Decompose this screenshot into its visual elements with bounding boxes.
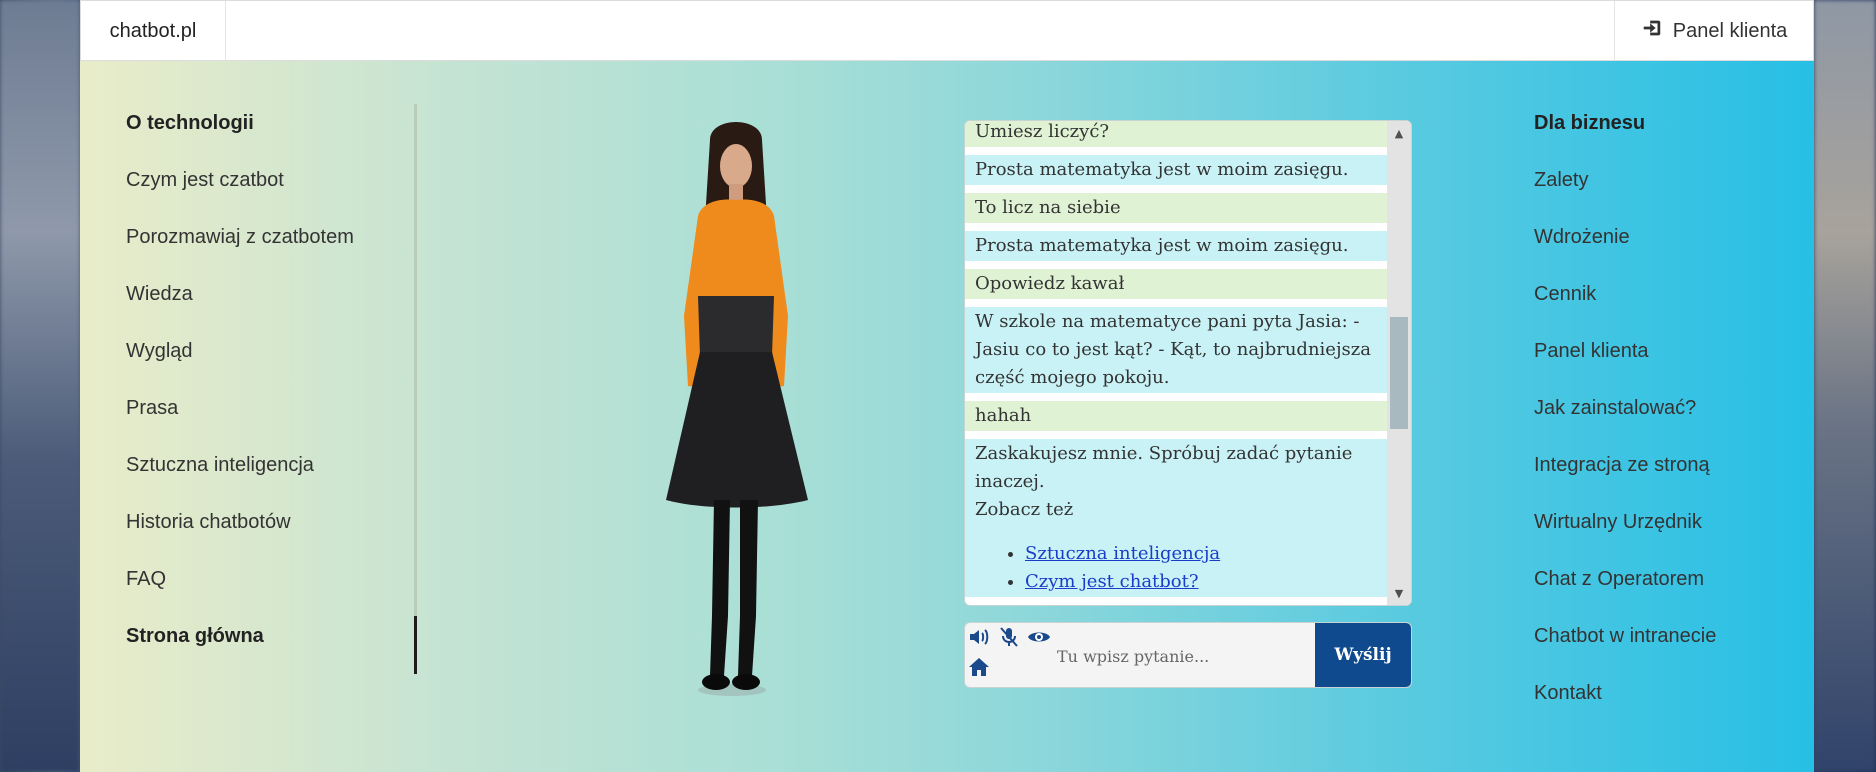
left-menu-rule — [414, 104, 417, 616]
left-menu: O technologii Czym jest czatbot Porozmawia… — [126, 112, 406, 682]
bot-message: Prosta matematyka jest w moim zasięgu. — [965, 231, 1389, 261]
left-menu-item-faq[interactable]: FAQ — [126, 568, 406, 625]
mic-off-icon[interactable] — [997, 625, 1021, 649]
left-menu-item-historia-chatbotow[interactable]: Historia chatbotów — [126, 511, 406, 568]
top-navbar: chatbot.pl Panel klienta — [80, 0, 1814, 61]
right-menu-item-cennik[interactable]: Cennik — [1534, 283, 1794, 340]
speaker-icon[interactable] — [967, 625, 991, 649]
see-also-link-sztuczna-inteligencja[interactable]: Sztuczna inteligencja — [1025, 543, 1220, 564]
right-menu: Dla biznesu Zalety Wdrożenie Cennik Panel kl… — [1534, 112, 1794, 739]
background-right-edge — [1814, 0, 1876, 772]
virtual-assistant-avatar — [640, 116, 840, 698]
chat-window: Umiesz liczyć? Prosta matematyka jest w m… — [964, 120, 1412, 606]
send-button[interactable]: Wyślij — [1315, 623, 1411, 687]
message-text: Prosta matematyka jest w moim zasięgu. — [975, 235, 1349, 256]
brand-link[interactable]: chatbot.pl — [81, 1, 226, 61]
home-icon[interactable] — [967, 655, 991, 679]
scrollbar-thumb[interactable] — [1390, 317, 1408, 429]
bot-message: W szkole na matematyce pani pyta Jasia: … — [965, 307, 1389, 393]
eye-icon[interactable] — [1027, 625, 1051, 649]
right-menu-item-dla-biznesu[interactable]: Dla biznesu — [1534, 112, 1794, 169]
bot-message: Prosta matematyka jest w moim zasięgu. — [965, 155, 1389, 185]
message-text: Zaskakujesz mnie. Spróbuj zadać pytanie … — [975, 443, 1353, 492]
left-menu-item-prasa[interactable]: Prasa — [126, 397, 406, 454]
question-input[interactable] — [1055, 635, 1289, 677]
right-menu-item-zalety[interactable]: Zalety — [1534, 169, 1794, 226]
right-menu-item-integracja-ze-strona[interactable]: Integracja ze stroną — [1534, 454, 1794, 511]
left-menu-item-czym-jest-czatbot[interactable]: Czym jest czatbot — [126, 169, 406, 226]
see-also-links: Sztuczna inteligencja Czym jest chatbot? — [975, 540, 1379, 596]
right-menu-item-wirtualny-urzednik[interactable]: Wirtualny Urzędnik — [1534, 511, 1794, 568]
bot-message: Zaskakujesz mnie. Spróbuj zadać pytanie … — [965, 439, 1389, 597]
client-panel-button[interactable]: Panel klienta — [1614, 1, 1813, 61]
message-text: To licz na siebie — [975, 197, 1121, 218]
left-menu-item-porozmawiaj-z-czatbotem[interactable]: Porozmawiaj z czatbotem — [126, 226, 406, 283]
left-menu-item-wiedza[interactable]: Wiedza — [126, 283, 406, 340]
message-text: Prosta matematyka jest w moim zasięgu. — [975, 159, 1349, 180]
left-menu-item-strona-glowna[interactable]: Strona główna — [126, 625, 406, 682]
client-panel-label: Panel klienta — [1672, 19, 1788, 42]
chat-messages[interactable]: Umiesz liczyć? Prosta matematyka jest w m… — [965, 121, 1389, 605]
right-menu-item-wdrozenie[interactable]: Wdrożenie — [1534, 226, 1794, 283]
see-also-item: Sztuczna inteligencja — [1025, 540, 1379, 568]
message-text: hahah — [975, 405, 1032, 426]
message-text: Opowiedz kawał — [975, 273, 1125, 294]
user-message: Opowiedz kawał — [965, 269, 1389, 299]
user-message: Umiesz liczyć? — [965, 121, 1389, 147]
right-menu-item-chatbot-w-intranecie[interactable]: Chatbot w intranecie — [1534, 625, 1794, 682]
left-menu-item-wyglad[interactable]: Wygląd — [126, 340, 406, 397]
chat-input-bar: Wyślij — [964, 622, 1412, 688]
chat-scrollbar[interactable]: ▲ ▼ — [1387, 121, 1411, 605]
sign-in-icon — [1641, 17, 1663, 45]
left-menu-item-sztuczna-inteligencja[interactable]: Sztuczna inteligencja — [126, 454, 406, 511]
page-container: chatbot.pl Panel klienta O technologii Cz… — [80, 0, 1814, 772]
right-menu-item-panel-klienta[interactable]: Panel klienta — [1534, 340, 1794, 397]
message-text: W szkole na matematyce pani pyta Jasia: … — [975, 311, 1371, 388]
scroll-down-arrow-icon[interactable]: ▼ — [1387, 581, 1411, 605]
background-left-edge — [0, 0, 80, 772]
see-also-item: Czym jest chatbot? — [1025, 568, 1379, 596]
see-also-link-czym-jest-chatbot[interactable]: Czym jest chatbot? — [1025, 571, 1199, 592]
scroll-up-arrow-icon[interactable]: ▲ — [1387, 121, 1411, 145]
left-menu-active-marker — [414, 616, 417, 674]
right-menu-item-jak-zainstalowac[interactable]: Jak zainstalować? — [1534, 397, 1794, 454]
right-menu-item-chat-z-operatorem[interactable]: Chat z Operatorem — [1534, 568, 1794, 625]
user-message: hahah — [965, 401, 1389, 431]
user-message: To licz na siebie — [965, 193, 1389, 223]
message-text: Umiesz liczyć? — [975, 121, 1110, 142]
left-menu-item-o-technologii[interactable]: O technologii — [126, 112, 406, 169]
see-also-label: Zobacz też — [975, 499, 1074, 520]
right-menu-item-kontakt[interactable]: Kontakt — [1534, 682, 1794, 739]
